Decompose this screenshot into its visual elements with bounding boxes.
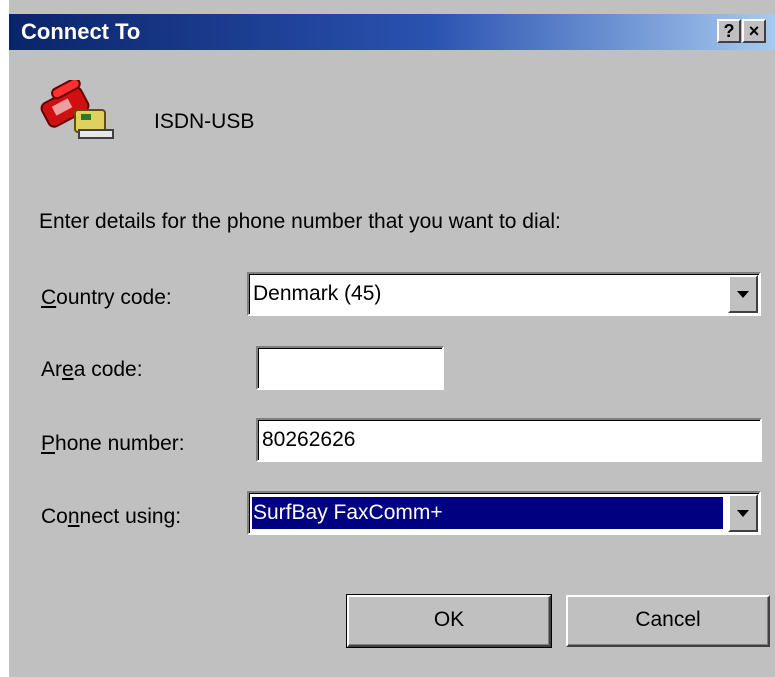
country-code-label: Country code: — [41, 286, 172, 309]
phone-number-label: Phone number: — [41, 432, 185, 455]
chevron-down-icon — [737, 291, 749, 298]
country-code-dropdown[interactable]: Denmark (45) — [247, 272, 761, 316]
instructions-text: Enter details for the phone number that … — [39, 210, 561, 233]
close-icon: × — [748, 21, 760, 41]
chevron-down-icon — [737, 510, 749, 517]
connect-dropdown-button[interactable] — [728, 494, 758, 532]
phone-modem-icon — [40, 80, 114, 139]
area-code-label: Area code: — [41, 358, 143, 381]
connect-to-dialog: Connect To ? × ISDN-USB Enter details fo… — [0, 0, 775, 677]
window-title: Connect To — [21, 19, 141, 44]
connection-name: ISDN-USB — [154, 110, 255, 133]
title-bar[interactable]: Connect To ? × — [9, 14, 775, 50]
country-code-value: Denmark (45) — [253, 282, 382, 305]
phone-number-input[interactable]: 80262626 — [256, 418, 762, 462]
connect-using-dropdown[interactable]: SurfBay FaxComm+ — [247, 491, 761, 535]
help-icon: ? — [723, 21, 735, 41]
connect-using-value: SurfBay FaxComm+ — [253, 501, 443, 524]
area-code-input[interactable] — [256, 346, 444, 390]
phone-number-value: 80262626 — [262, 428, 356, 451]
close-button[interactable]: × — [742, 19, 766, 43]
connect-using-label: Connect using: — [41, 505, 182, 528]
country-dropdown-button[interactable] — [728, 275, 758, 313]
help-button[interactable]: ? — [717, 19, 741, 43]
cancel-button[interactable]: Cancel — [566, 595, 770, 647]
ok-button[interactable]: OK — [346, 594, 552, 648]
